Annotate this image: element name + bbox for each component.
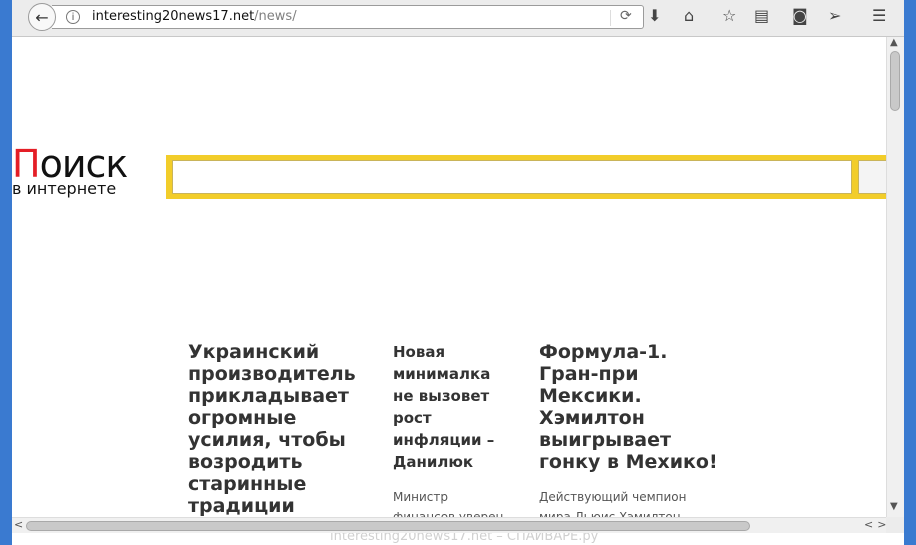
logo-sub: в интернете: [12, 179, 117, 198]
news-title[interactable]: Формула-1. Гран-при Мексики. Хэмилтон вы…: [539, 341, 719, 473]
search-button[interactable]: [858, 160, 886, 194]
vertical-scroll-thumb[interactable]: [890, 51, 900, 111]
reload-icon[interactable]: ⟳: [620, 8, 632, 24]
news-item[interactable]: Украинский производитель прикладывает ог…: [188, 341, 358, 517]
url-text[interactable]: interesting20news17.net/news/: [92, 9, 297, 24]
news-title[interactable]: Новая минималка не вызовет рост инфляции…: [393, 341, 513, 473]
download-icon[interactable]: ⬇: [648, 6, 661, 25]
watermark-text: interesting20news17.net – СПАЙВАРЕ.ру: [330, 533, 599, 544]
reader-view-icon[interactable]: ▤: [754, 6, 769, 25]
window-frame-right: [904, 0, 916, 545]
horizontal-scroll-thumb[interactable]: [26, 521, 750, 531]
search-box: [166, 155, 886, 199]
scrollbar-corner: [886, 517, 904, 533]
logo-main: Поиск: [12, 145, 132, 183]
browser-toolbar: i interesting20news17.net/news/ ⟳ ← ⬇ ⌂ …: [12, 0, 904, 37]
horizontal-scrollbar[interactable]: < <>: [12, 517, 886, 533]
scroll-down-icon[interactable]: ▼: [890, 501, 898, 512]
back-button[interactable]: ←: [28, 3, 56, 31]
url-host: interesting20news17.net: [92, 9, 255, 24]
status-strip: interesting20news17.net – СПАЙВАРЕ.ру: [12, 533, 904, 545]
menu-icon[interactable]: ☰: [872, 6, 886, 25]
vertical-scrollbar[interactable]: ▲ ▼: [886, 37, 904, 517]
back-arrow-icon: ←: [35, 7, 49, 27]
scroll-up-icon[interactable]: ▲: [890, 37, 898, 48]
pocket-icon[interactable]: ◙: [792, 6, 808, 25]
url-bar[interactable]: i interesting20news17.net/news/ ⟳: [52, 5, 644, 29]
window-frame-left: [0, 0, 12, 545]
home-icon[interactable]: ⌂: [684, 6, 694, 25]
url-path: /news/: [254, 9, 297, 24]
search-input[interactable]: [172, 160, 852, 194]
news-item[interactable]: Формула-1. Гран-при Мексики. Хэмилтон вы…: [539, 341, 719, 517]
news-text: Действующий чемпион мира Льюис Хэмилтон …: [539, 490, 687, 517]
site-logo[interactable]: Поиск в интернете: [12, 145, 132, 198]
url-separator: [610, 10, 611, 26]
scroll-left-icon[interactable]: <: [14, 518, 23, 531]
send-icon[interactable]: ➢: [828, 6, 841, 25]
page-content: Поиск в интернете Украинский производите…: [12, 37, 886, 517]
info-icon[interactable]: i: [66, 10, 80, 24]
news-title[interactable]: Украинский производитель прикладывает ог…: [188, 341, 358, 517]
news-text: Министр финансов уверен, что повышение: [393, 490, 508, 517]
news-item[interactable]: Новая минималка не вызовет рост инфляции…: [393, 341, 513, 517]
bookmark-star-icon[interactable]: ☆: [722, 6, 736, 25]
